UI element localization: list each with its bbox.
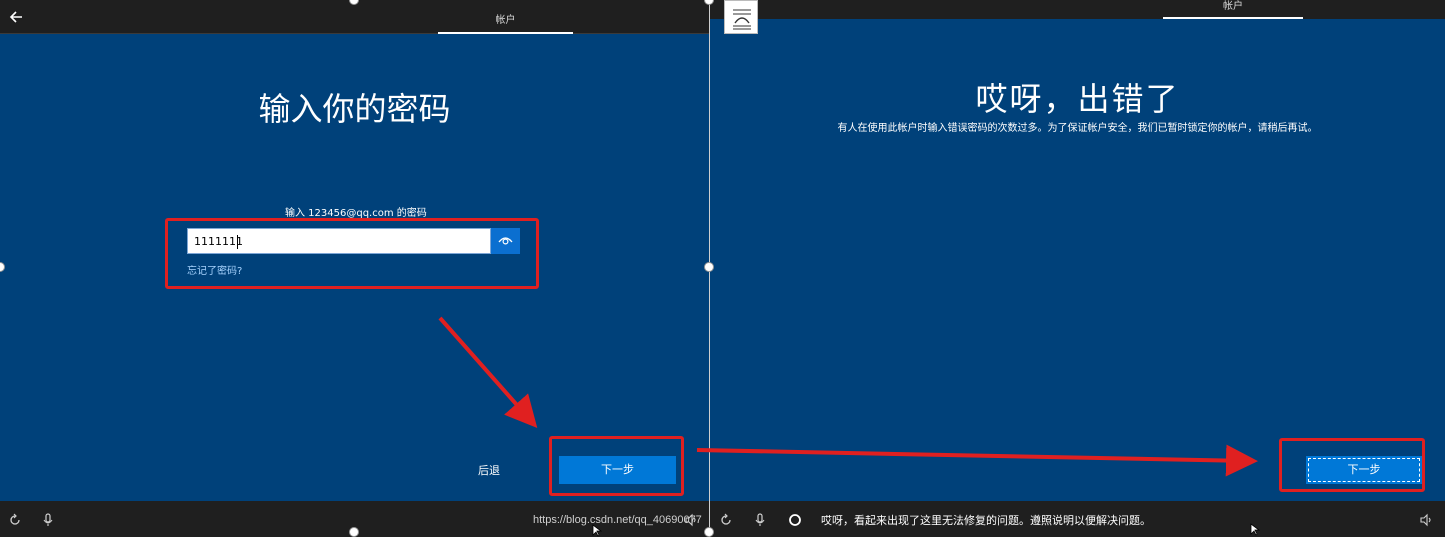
annotation-arrow-right — [696, 444, 1258, 477]
annotation-arrows — [438, 316, 1258, 477]
screenshot-stage: 帐户 输入你的密码 输入 123456@qq.com 的密码 忘记了密码? 后退… — [0, 0, 1445, 537]
mouse-cursor-icon — [1250, 523, 1260, 536]
resize-handle[interactable] — [349, 527, 359, 537]
mouse-cursor-icon — [592, 524, 602, 537]
resize-handle[interactable] — [704, 262, 714, 272]
resize-handle[interactable] — [704, 527, 714, 537]
annotation-arrow-down — [438, 316, 538, 428]
